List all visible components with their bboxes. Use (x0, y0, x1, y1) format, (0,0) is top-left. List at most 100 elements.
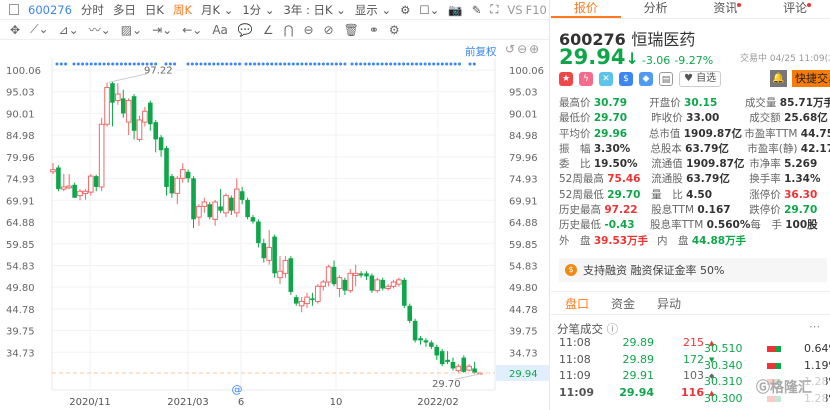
y-tick-right: 74.93 (509, 175, 538, 186)
event-marker-dot (389, 62, 393, 66)
sidebar-toggle-icon[interactable] (9, 4, 19, 15)
event-marker-dot (334, 62, 338, 66)
tab-intraday[interactable]: 分时 (81, 2, 104, 18)
vs-button[interactable]: VS (507, 3, 522, 17)
stat-label: 总市值 (648, 127, 681, 140)
tab-quote[interactable]: 报价 (551, 0, 621, 18)
candle-body (256, 221, 261, 244)
comment-icon[interactable]: 💬 (238, 23, 253, 37)
tab-daily-k[interactable]: 日K (145, 2, 164, 18)
stat-cell: 平均价 29.96 (559, 127, 649, 142)
x-tick: 10 (330, 397, 343, 408)
event-marker-dot (363, 62, 367, 66)
stat-value: 97.22 (604, 204, 638, 217)
fib-tool-icon[interactable]: ▨⌄ (121, 23, 142, 37)
stat-value: 63.79亿 (685, 142, 729, 155)
stat-label: 历史最高 (559, 204, 601, 217)
flash-icon[interactable]: ϟ (579, 72, 593, 86)
overlay-icon[interactable]: ⚭ (369, 23, 379, 37)
event-marker-dot (253, 62, 257, 66)
stats-row: 最低价 29.70 昨收价 33.00 成交额 25.68亿 (559, 111, 830, 126)
candle-body (201, 201, 208, 207)
tab-funds[interactable]: 资金 (611, 295, 635, 312)
watchlist-button[interactable]: ♥ 自选 (679, 71, 722, 87)
wave-tool-icon[interactable]: 〰⌄ (89, 21, 111, 38)
candle-body (185, 171, 191, 179)
trade-price: 29.89 (622, 336, 655, 349)
tab-1min[interactable]: 1分 ⌄ (242, 2, 274, 18)
alert-bell-icon[interactable]: 🔔 (770, 70, 787, 87)
stat-label: 每 手 (750, 219, 782, 232)
stock-code-link[interactable]: 600276 (28, 3, 72, 17)
draw-settings-icon[interactable]: ⚙ (389, 23, 400, 37)
tab-orderbook[interactable]: 盘口 (565, 295, 589, 312)
line-tool-icon[interactable]: ⟋⌄ (30, 22, 48, 37)
event-marker-dot (291, 62, 295, 66)
quick-trade-button[interactable]: 快捷交易 (792, 70, 830, 87)
tab-news[interactable]: 资讯 (691, 0, 761, 18)
note-icon[interactable]: ▤ (659, 72, 673, 86)
event-marker-dot (419, 62, 423, 66)
candle-body (131, 96, 137, 131)
candlestick-chart[interactable]: 100.06 100.06 95.03 95.03 90.01 90.01 84.98 84.… (0, 42, 550, 410)
candle-body (125, 100, 132, 123)
dollar-icon[interactable]: $ (619, 72, 633, 86)
event-marker-dot (376, 62, 380, 66)
more-icon[interactable]: ⋯ (809, 320, 820, 333)
arrow-tool-icon[interactable]: ←⌄ (182, 23, 202, 37)
f10-button[interactable]: F10 (526, 3, 547, 17)
y-tick-right: 44.78 (509, 305, 538, 316)
candle-body (342, 279, 348, 291)
event-marker-dot (283, 62, 287, 66)
stat-label: 平均价 (559, 127, 591, 140)
tab-weekly-k[interactable]: 周K (173, 2, 192, 18)
level-price: 30.300 (704, 392, 743, 406)
polygon-tool-icon[interactable]: ⊿⌄ (59, 23, 79, 37)
candle-body (174, 177, 181, 194)
tab-anomaly[interactable]: 异动 (657, 295, 681, 312)
info-icon[interactable]: ⓘ (607, 322, 619, 336)
stats-row: 52周最高 75.46 流通股 63.79亿 换手率 1.34% (559, 172, 830, 187)
period-toolbar: 600276 分时 多日 日K 周K 月K ⌄ 1分 ⌄ 3年 : 日K ⌄ 显… (0, 0, 550, 20)
event-marker-dot (472, 62, 476, 66)
tab-comments[interactable]: 评论 (760, 0, 830, 18)
display-select[interactable]: 显示 ⌄ (355, 2, 391, 18)
fullscreen-icon[interactable]: ⛶ (490, 2, 498, 17)
stat-value: 29.70 (784, 204, 818, 217)
angle-icon[interactable]: ∠ (263, 23, 274, 37)
stat-cell: 量 比 4.50 (651, 188, 749, 203)
level-bar (767, 346, 781, 352)
event-marker-dot (98, 62, 102, 66)
move-icon[interactable]: ✥ (10, 23, 20, 37)
tab-analysis[interactable]: 分析 (621, 0, 691, 18)
trade-time: 11:08 (559, 352, 591, 366)
margin-banner[interactable]: $ 支持融资 融资保证金率 50% (559, 258, 827, 282)
camera-icon[interactable]: 📷 (448, 3, 462, 17)
x-tick: 2021/03 (167, 397, 209, 408)
event-marker-dot (423, 62, 427, 66)
pencil-icon[interactable]: ✎ (472, 3, 482, 17)
hide-icon[interactable]: ⊘ (324, 23, 334, 37)
text-tool-icon[interactable]: Aa (212, 23, 228, 37)
magnet-icon[interactable]: ⋂ (284, 23, 294, 37)
trash-icon[interactable]: 🗑 (344, 23, 359, 37)
event-marker-dot (59, 62, 63, 66)
stat-label: 成交额 (749, 112, 781, 125)
stat-value: 42.17 (800, 142, 830, 155)
measure-tool-icon[interactable]: ⇥⌄ (152, 23, 172, 37)
stat-cell: 总股本 63.79亿 (650, 142, 747, 157)
settings-icon[interactable]: ⚙ (400, 3, 410, 17)
connect-icon[interactable]: ✕ (599, 72, 613, 86)
event-marker-dot (321, 62, 325, 66)
tab-monthly-k[interactable]: 月K ⌄ (201, 2, 233, 18)
layout-icon[interactable]: ☐⌄ (419, 3, 439, 17)
y-tick-left: 59.85 (6, 240, 35, 251)
trade-volume: 215 (683, 336, 704, 349)
event-marker-dot (313, 62, 317, 66)
tag-icon[interactable]: ◆ (639, 72, 653, 86)
lock-icon[interactable]: ⊖ (303, 23, 313, 37)
tab-multiday[interactable]: 多日 (113, 2, 136, 18)
range-select[interactable]: 3年 : 日K ⌄ (283, 2, 345, 18)
candle-body (374, 279, 381, 292)
y-tick-right: 84.98 (509, 131, 538, 142)
